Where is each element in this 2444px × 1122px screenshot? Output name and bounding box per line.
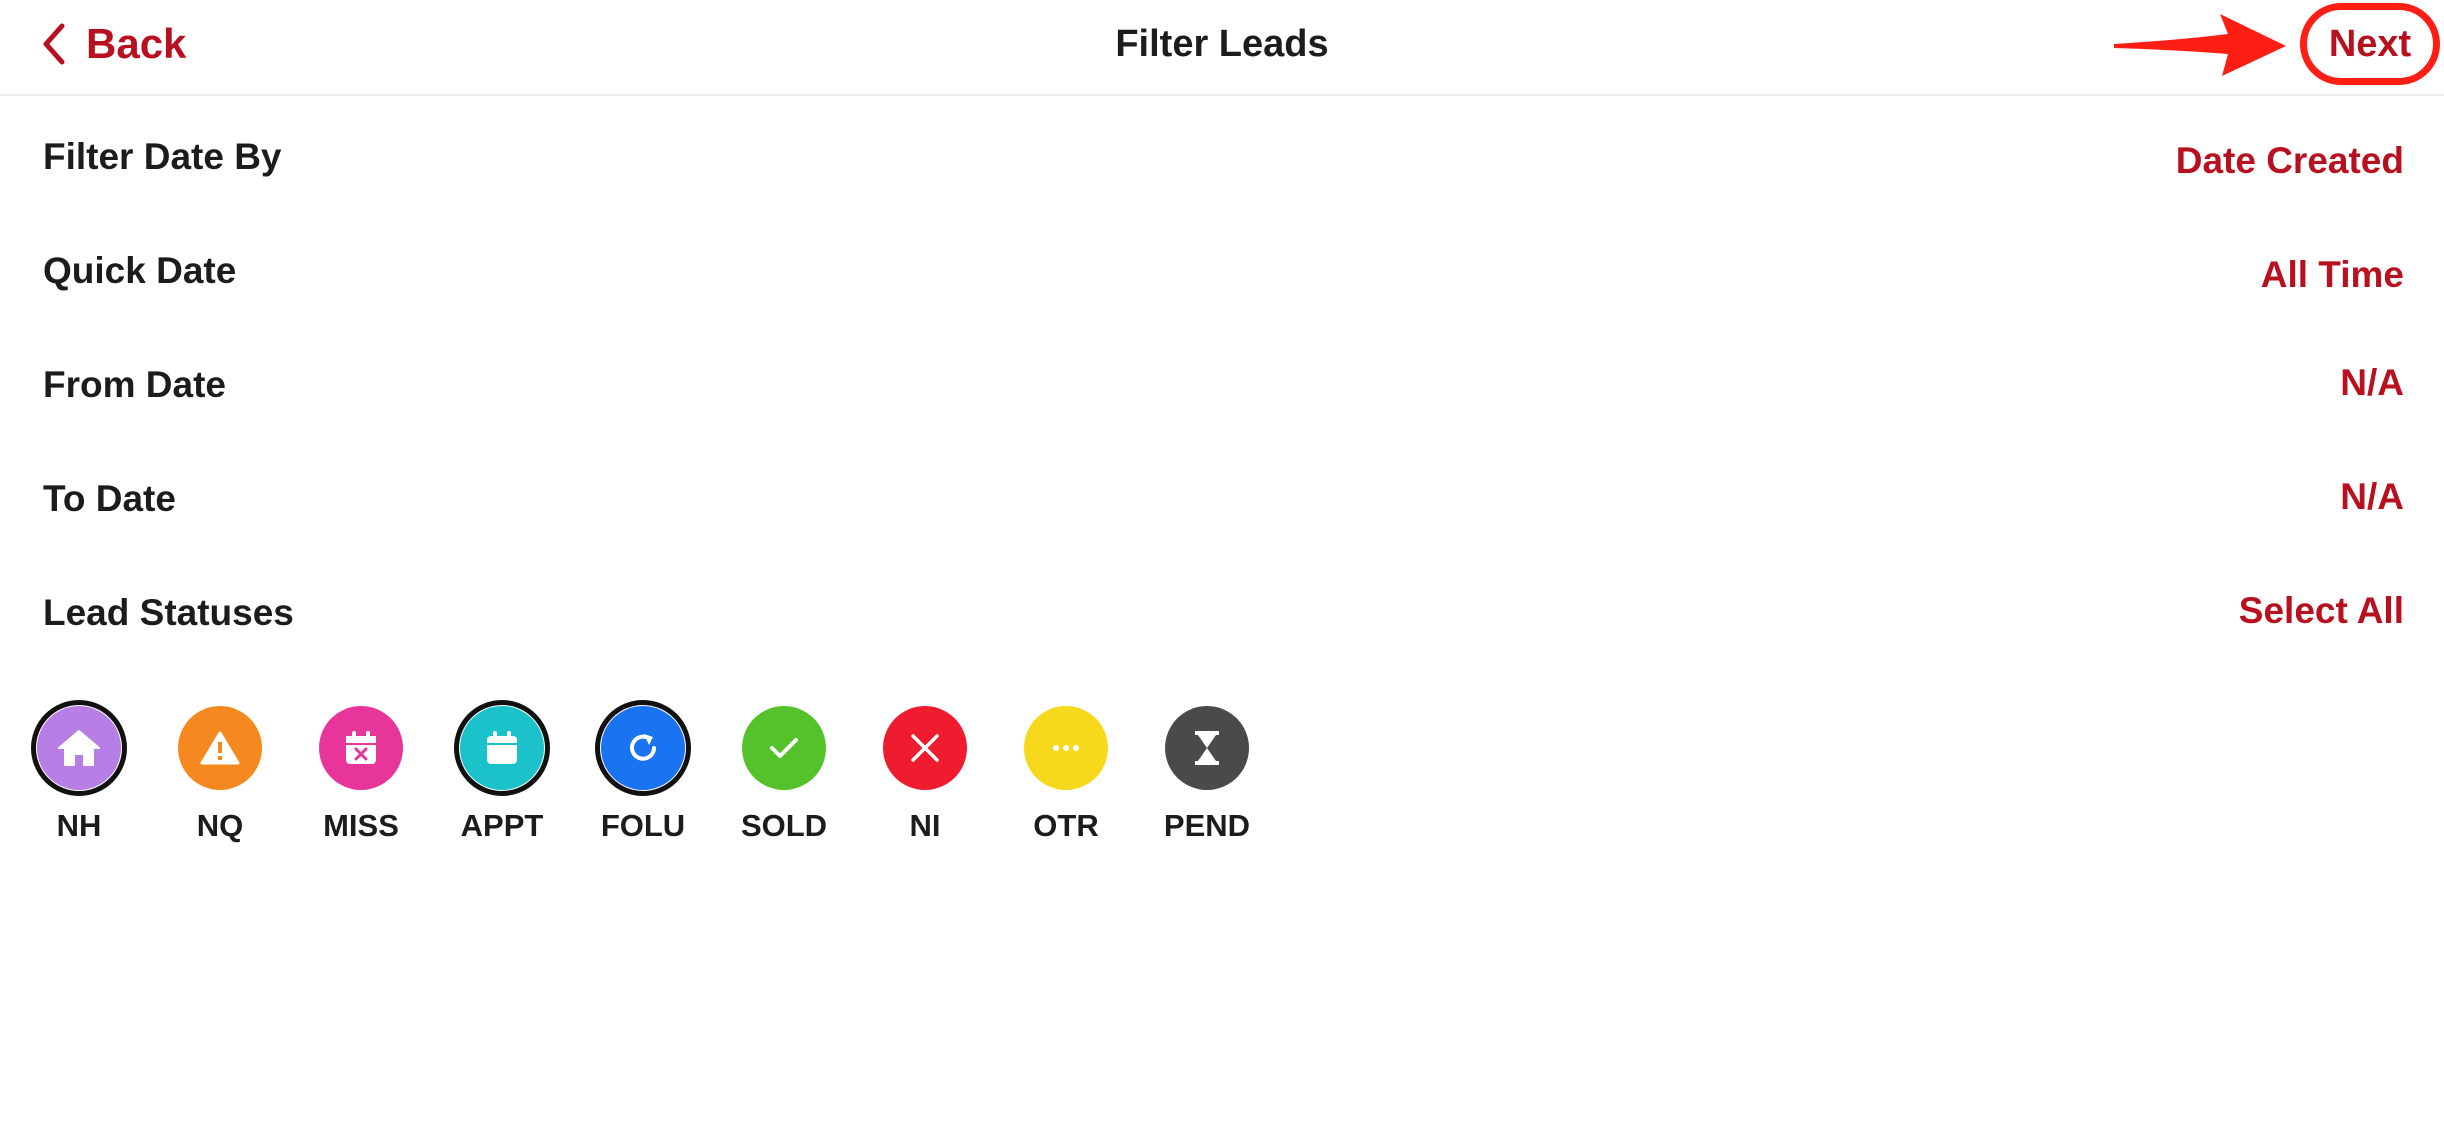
navigation-bar: Back Filter Leads [0, 0, 2444, 96]
status-ni[interactable]: NI [849, 696, 989, 856]
status-dot [1165, 706, 1249, 790]
quick-date-row[interactable]: Quick Date All Time [0, 236, 2444, 316]
next-label: Next [2328, 22, 2412, 65]
status-nh[interactable]: NH [3, 696, 143, 856]
lead-status-list: NH NQ MISS APPT FOLU SOLD NI OTR PEND [0, 696, 1300, 856]
status-dot [37, 706, 121, 790]
back-button[interactable]: Back [42, 14, 186, 74]
calendar-icon [487, 731, 517, 764]
to-date-label: To Date [43, 478, 176, 519]
status-dot [742, 706, 826, 790]
status-code: MISS [323, 808, 399, 843]
status-dot [319, 706, 403, 790]
x-icon [911, 734, 939, 762]
filter-date-by-label: Filter Date By [43, 136, 282, 177]
status-sold[interactable]: SOLD [708, 696, 848, 856]
lead-statuses-label: Lead Statuses [43, 592, 294, 633]
calendar-x-icon [346, 731, 376, 764]
status-code: PEND [1163, 808, 1251, 843]
lead-statuses-row: Lead Statuses Select All [0, 578, 2444, 658]
page-title: Filter Leads [1115, 23, 1329, 65]
to-date-value[interactable]: N/A [2340, 476, 2404, 518]
status-code: OTR [1033, 808, 1099, 843]
status-code: APPT [460, 808, 544, 843]
status-dot [178, 706, 262, 790]
status-dot [1024, 706, 1108, 790]
refresh-icon [630, 734, 656, 761]
status-otr[interactable]: OTR [990, 696, 1130, 856]
status-folu[interactable]: FOLU [567, 696, 707, 856]
from-date-label: From Date [43, 364, 226, 405]
select-all-button[interactable]: Select All [2239, 590, 2404, 632]
status-code: NI [909, 808, 941, 843]
annotation-arrow-icon [2114, 14, 2286, 76]
status-nq[interactable]: NQ [144, 696, 284, 856]
status-code: NH [56, 808, 102, 843]
to-date-row[interactable]: To Date N/A [0, 464, 2444, 544]
filter-date-by-value[interactable]: Date Created [2176, 140, 2404, 182]
status-code: FOLU [600, 808, 686, 843]
status-dot [601, 706, 685, 790]
quick-date-value[interactable]: All Time [2261, 254, 2404, 296]
check-icon [770, 738, 798, 758]
status-dot [460, 706, 544, 790]
back-label: Back [86, 20, 187, 67]
status-dot [883, 706, 967, 790]
hourglass-icon [1195, 731, 1219, 765]
status-miss[interactable]: MISS [285, 696, 425, 856]
from-date-row[interactable]: From Date N/A [0, 350, 2444, 430]
more-icon [1053, 745, 1079, 751]
filter-date-by-row[interactable]: Filter Date By Date Created [0, 122, 2444, 202]
next-button[interactable]: Next [2300, 3, 2440, 85]
status-code: NQ [196, 808, 244, 843]
status-pend[interactable]: PEND [1131, 696, 1271, 856]
chevron-left-icon [43, 23, 65, 65]
from-date-value[interactable]: N/A [2340, 362, 2404, 404]
status-code: SOLD [740, 808, 828, 843]
home-icon [58, 730, 100, 766]
status-appt[interactable]: APPT [426, 696, 566, 856]
quick-date-label: Quick Date [43, 250, 237, 291]
warning-icon [200, 731, 240, 765]
